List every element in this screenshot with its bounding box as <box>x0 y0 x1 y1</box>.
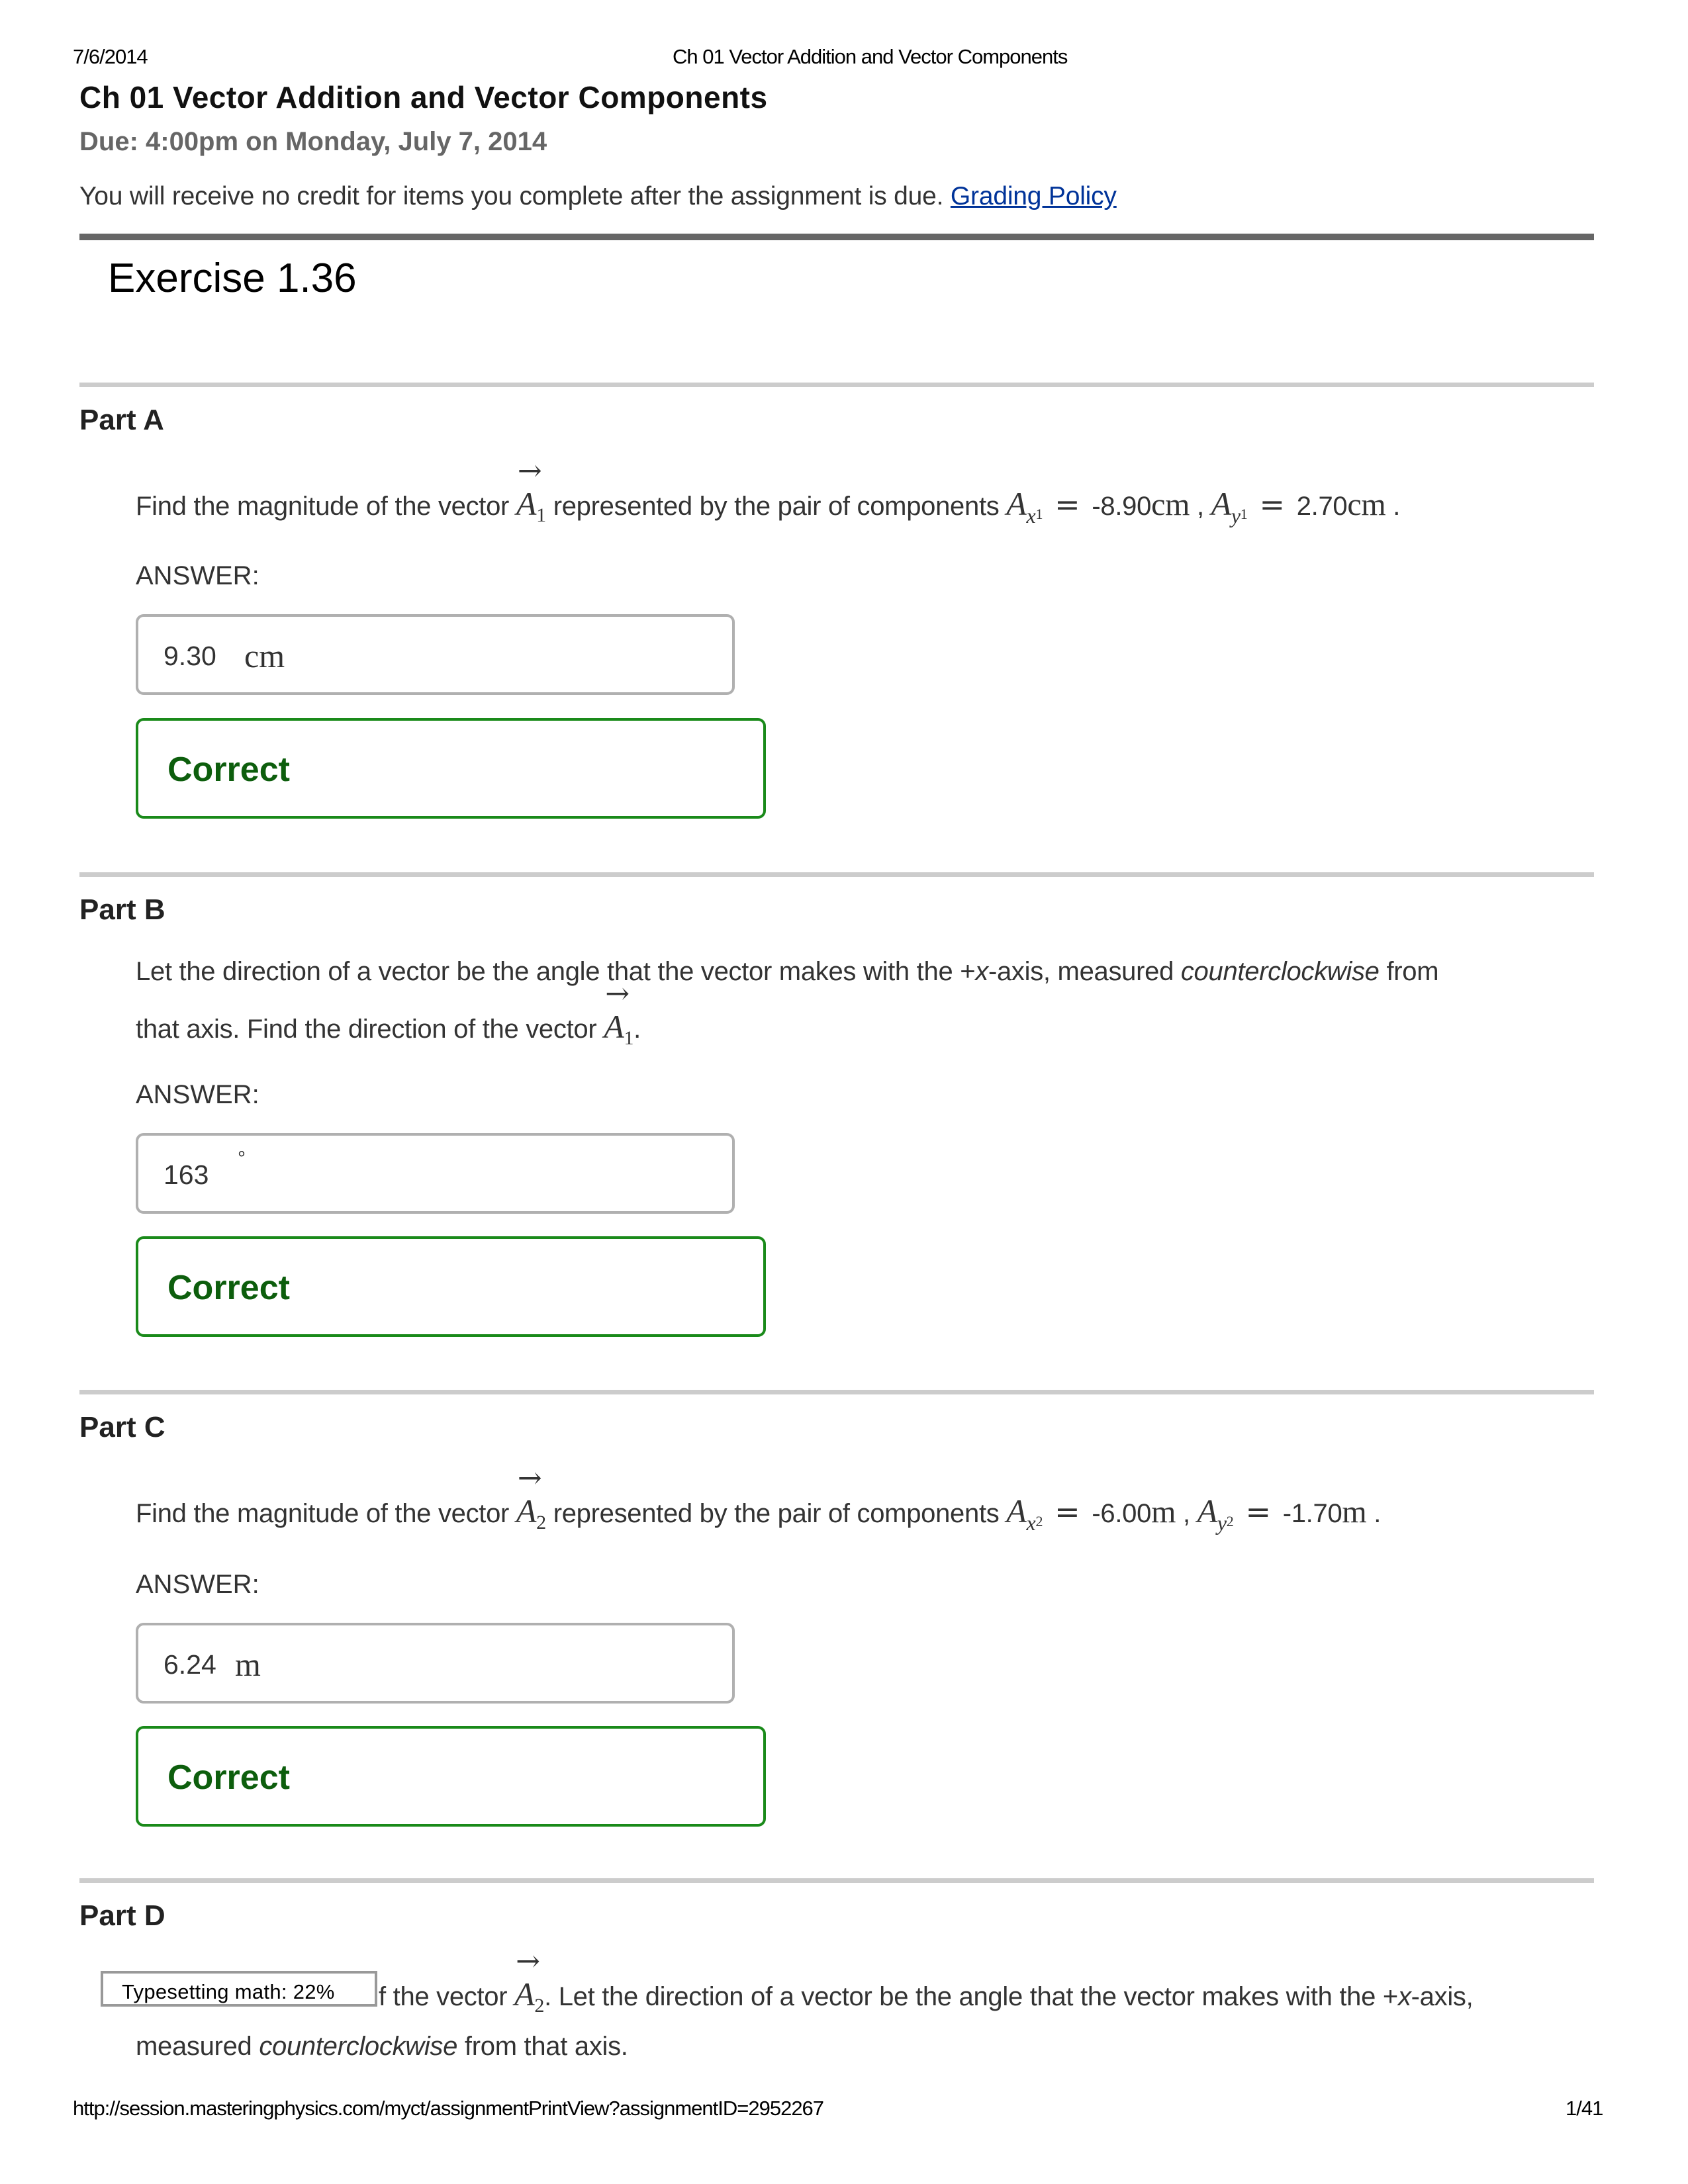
due-date: Due: 4:00pm on Monday, July 7, 2014 <box>79 127 547 156</box>
answer-field-part-a[interactable]: 9.30 cm <box>136 614 735 695</box>
component-ay1: Ay1 <box>1211 485 1248 527</box>
answer-unit: m <box>235 1646 261 1683</box>
result-box-part-a: Correct <box>136 718 766 819</box>
answer-label: ANSWER: <box>136 1080 259 1109</box>
page-number: 1/41 <box>1566 2097 1603 2120</box>
header-divider <box>79 234 1594 240</box>
part-a-question: Find the magnitude of the vector → A1 rep… <box>136 454 1401 527</box>
vector-a1: → A1 <box>516 454 546 526</box>
exercise-title: Exercise 1.36 <box>108 255 357 301</box>
late-notice: You will receive no credit for items you… <box>79 182 1117 211</box>
part-d-heading: Part D <box>79 1899 165 1932</box>
part-a-heading: Part A <box>79 404 164 436</box>
component-ax1: Ax1 <box>1006 485 1043 527</box>
answer-label: ANSWER: <box>136 561 259 590</box>
answer-value: 6.24 <box>164 1649 216 1680</box>
typesetting-progress-overlay: Typesetting math: 22% <box>101 1971 377 2007</box>
correct-status: Correct <box>167 1758 290 1797</box>
answer-field-part-b[interactable]: 163 ° <box>136 1133 735 1214</box>
part-divider <box>79 1878 1594 1883</box>
result-box-part-b: Correct <box>136 1236 766 1337</box>
vector-a2: → A2 <box>514 1944 545 2017</box>
answer-value: 9.30 <box>164 641 216 671</box>
late-notice-text: You will receive no credit for items you… <box>79 182 944 210</box>
part-d-question-line1: f the vector → A2. Let the direction of a… <box>379 1944 1474 2017</box>
answer-value: 163 <box>164 1160 209 1190</box>
answer-label: ANSWER: <box>136 1570 259 1599</box>
result-box-part-c: Correct <box>136 1726 766 1827</box>
correct-status: Correct <box>167 751 290 789</box>
print-title: Ch 01 Vector Addition and Vector Compone… <box>673 45 1068 68</box>
vector-a1: → A1 <box>604 977 634 1049</box>
part-divider <box>79 1390 1594 1394</box>
part-b-question-line1: Let the direction of a vector be the ang… <box>136 957 1439 986</box>
part-b-question-line2: that axis. Find the direction of the vec… <box>136 977 641 1049</box>
part-divider <box>79 872 1594 877</box>
part-c-heading: Part C <box>79 1411 165 1443</box>
assignment-title: Ch 01 Vector Addition and Vector Compone… <box>79 80 768 114</box>
degree-unit: ° <box>238 1148 246 1169</box>
print-date: 7/6/2014 <box>73 45 148 68</box>
component-ax2: Ax2 <box>1006 1492 1043 1535</box>
part-d-question-line2: measured counterclockwise from that axis… <box>136 2032 628 2061</box>
part-c-question: Find the magnitude of the vector → A2 rep… <box>136 1461 1382 1535</box>
grading-policy-link[interactable]: Grading Policy <box>951 182 1117 210</box>
component-ay2: Ay2 <box>1197 1492 1234 1535</box>
footer-url: http://session.masteringphysics.com/myct… <box>73 2097 824 2120</box>
answer-field-part-c[interactable]: 6.24 m <box>136 1623 735 1704</box>
correct-status: Correct <box>167 1269 290 1307</box>
part-b-heading: Part B <box>79 893 165 926</box>
answer-unit: cm <box>244 637 285 674</box>
vector-a2: → A2 <box>516 1461 546 1533</box>
part-divider <box>79 383 1594 387</box>
